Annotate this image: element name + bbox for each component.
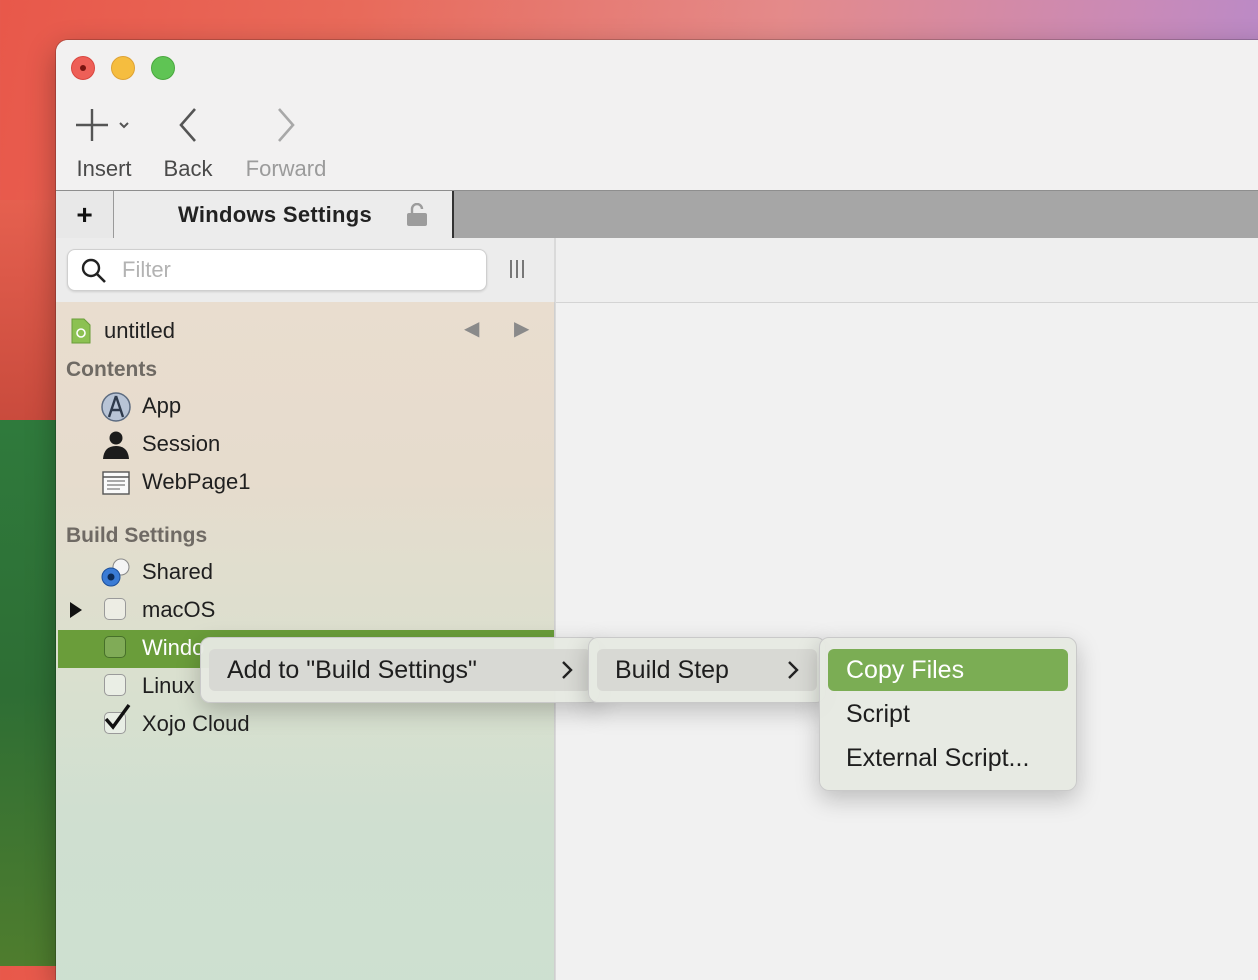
item-label: Linux: [142, 673, 195, 698]
macos-checkbox[interactable]: [104, 598, 126, 620]
project-file-icon: [70, 317, 92, 350]
minimize-window-button[interactable]: [111, 56, 135, 80]
navigator-item-xojo-cloud[interactable]: Xojo Cloud: [56, 704, 554, 744]
back-button[interactable]: Back: [160, 100, 216, 182]
unlock-icon[interactable]: [406, 202, 428, 232]
build-settings-header: Build Settings: [66, 524, 208, 547]
forward-chevron-icon: [278, 108, 295, 142]
filter-field[interactable]: [67, 249, 487, 291]
item-label: macOS: [142, 597, 216, 622]
forward-label: Forward: [245, 156, 327, 181]
navigator-item-app[interactable]: App: [56, 388, 554, 426]
tab-title: Windows Settings: [178, 202, 373, 227]
menu-item-label: Copy Files: [846, 656, 965, 684]
build-submenu: Build Step: [588, 637, 826, 703]
project-name: untitled: [104, 318, 175, 343]
navigator-item-shared[interactable]: Shared: [56, 554, 554, 592]
menu-item-copy-files[interactable]: Copy Files: [828, 649, 1068, 691]
insert-label: Insert: [76, 156, 132, 181]
menu-item-label: Script: [846, 700, 910, 728]
item-label: Windo: [142, 635, 205, 660]
session-icon: [100, 429, 132, 461]
menu-item-script[interactable]: Script: [828, 693, 1068, 735]
back-chevron-icon: [179, 108, 196, 142]
next-arrow-icon[interactable]: ▶: [514, 316, 529, 341]
editor-toolbar: [556, 238, 1258, 303]
menu-item-external-script[interactable]: External Script...: [828, 737, 1068, 779]
insert-button[interactable]: Insert: [72, 100, 136, 182]
item-label: Xojo Cloud: [142, 711, 250, 736]
webpage-icon: [100, 467, 132, 499]
app-icon: [100, 391, 132, 423]
forward-button[interactable]: Forward: [240, 100, 332, 182]
navigator-toolbar: [56, 238, 554, 303]
close-window-button[interactable]: [71, 56, 95, 80]
tab-bar: + Windows Settings: [56, 190, 1258, 239]
navigator-item-session[interactable]: Session: [56, 426, 554, 464]
navigator-item-webpage1[interactable]: WebPage1: [56, 464, 554, 502]
search-icon: [80, 257, 108, 290]
previous-arrow-icon[interactable]: ◀: [464, 316, 479, 341]
project-row[interactable]: untitled ◀ ▶: [56, 310, 554, 350]
xojo-cloud-checkbox[interactable]: [104, 704, 131, 734]
item-label: Session: [142, 431, 221, 456]
linux-checkbox[interactable]: [104, 674, 126, 696]
item-label: App: [142, 393, 182, 418]
filter-input[interactable]: [120, 254, 474, 286]
windows-checkbox[interactable]: [104, 636, 126, 658]
disclosure-triangle-icon[interactable]: [68, 600, 84, 625]
chevron-right-icon: [787, 660, 799, 685]
checkmark-icon: [104, 704, 131, 730]
ide-window: Insert Back Forward + Windows Settings F…: [56, 40, 1258, 980]
navigator-columns-icon[interactable]: [508, 258, 526, 285]
menu-item-label: Add to "Build Settings": [227, 656, 477, 684]
contents-header: Contents: [66, 358, 157, 381]
back-label: Back: [163, 156, 213, 181]
item-label: WebPage1: [142, 469, 251, 494]
build-step-submenu: Copy Files Script External Script...: [819, 637, 1077, 791]
titlebar-toolbar: Insert Back Forward: [56, 40, 1258, 190]
tab-windows-settings[interactable]: Windows Settings: [114, 191, 454, 239]
zoom-window-button[interactable]: [151, 56, 175, 80]
item-label: Shared: [142, 559, 213, 584]
menu-item-label: Build Step: [615, 656, 729, 684]
menu-item-add-to-build-settings[interactable]: Add to "Build Settings": [209, 649, 591, 691]
navigator-item-macos[interactable]: macOS: [56, 592, 554, 630]
shared-icon: [100, 557, 132, 589]
chevron-right-icon: [561, 660, 573, 685]
add-tab-button[interactable]: +: [56, 191, 114, 239]
menu-item-label: External Script...: [846, 744, 1030, 772]
plus-chevron-icon: [76, 109, 129, 141]
context-menu: Add to "Build Settings": [200, 637, 600, 703]
menu-item-build-step[interactable]: Build Step: [597, 649, 817, 691]
